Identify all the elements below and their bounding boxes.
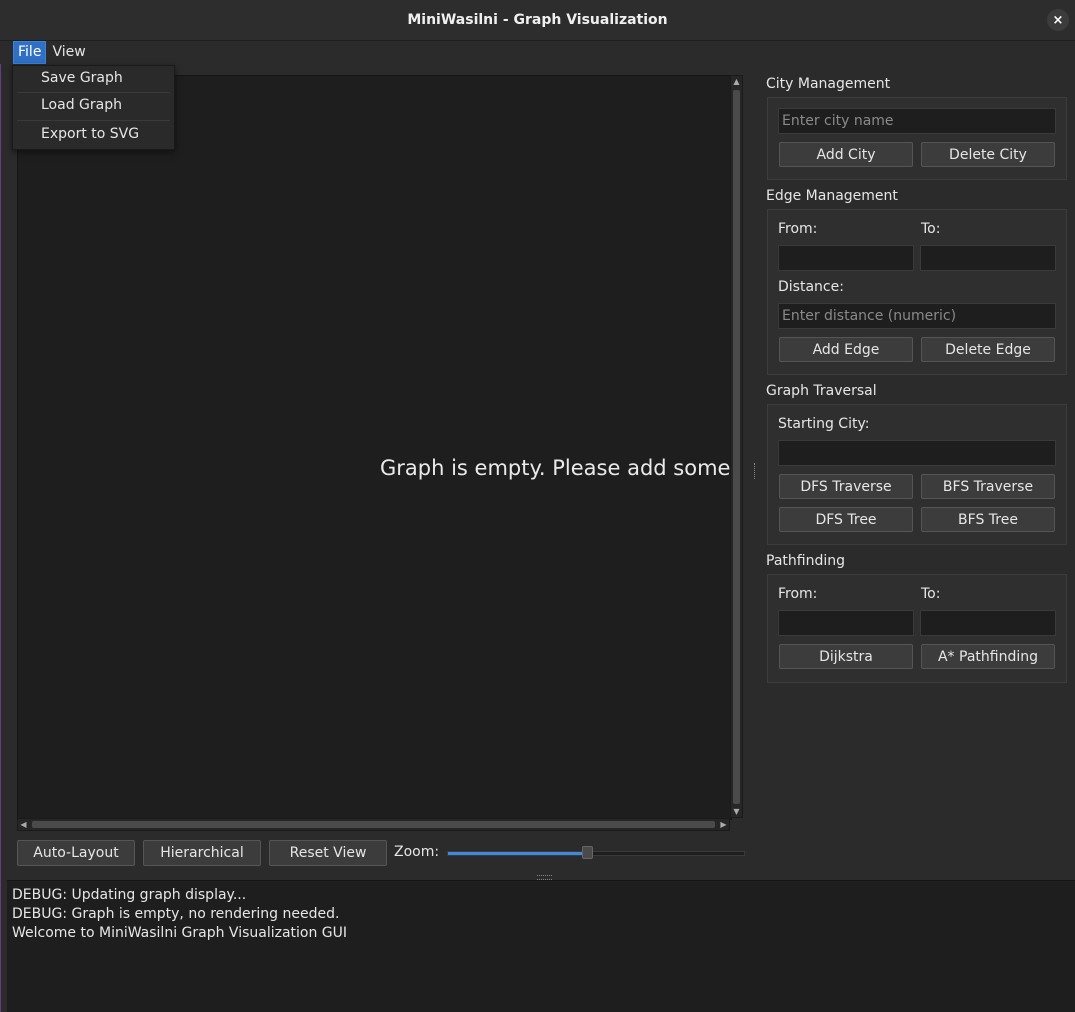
- scroll-up-icon[interactable]: ▲: [731, 76, 742, 87]
- graph-canvas[interactable]: Graph is empty. Please add some: [17, 75, 732, 820]
- zoom-slider[interactable]: [447, 846, 745, 859]
- delete-edge-button[interactable]: Delete Edge: [921, 337, 1055, 362]
- vertical-scrollbar[interactable]: ▲ ▼: [730, 75, 743, 818]
- close-button[interactable]: ×: [1047, 9, 1069, 31]
- astar-button[interactable]: A* Pathfinding: [921, 644, 1055, 669]
- bfs-traverse-button[interactable]: BFS Traverse: [921, 474, 1055, 499]
- dfs-traverse-button[interactable]: DFS Traverse: [779, 474, 913, 499]
- add-city-button[interactable]: Add City: [779, 142, 913, 167]
- graph-traversal-title: Graph Traversal: [766, 383, 877, 399]
- menu-separator: [17, 92, 170, 93]
- menu-view[interactable]: View: [48, 42, 89, 63]
- delete-city-button[interactable]: Delete City: [921, 142, 1055, 167]
- edge-management-title: Edge Management: [766, 188, 898, 204]
- horizontal-scrollbar[interactable]: ◀ ▶: [17, 818, 730, 831]
- city-name-input[interactable]: [778, 108, 1056, 134]
- hierarchical-button[interactable]: Hierarchical: [143, 840, 261, 866]
- edge-from-input[interactable]: [778, 245, 914, 271]
- log-line: DEBUG: Updating graph display...: [12, 887, 247, 903]
- edge-from-label: From:: [778, 221, 818, 237]
- zoom-slider-handle[interactable]: [582, 846, 593, 859]
- log-line: DEBUG: Graph is empty, no rendering need…: [12, 906, 340, 922]
- vertical-splitter-handle[interactable]: [754, 463, 758, 479]
- menu-bar: File View: [0, 41, 1075, 64]
- edge-to-label: To:: [921, 221, 941, 237]
- path-to-label: To:: [921, 586, 941, 602]
- path-from-label: From:: [778, 586, 818, 602]
- distance-label: Distance:: [778, 279, 844, 295]
- scroll-right-icon[interactable]: ▶: [718, 819, 729, 830]
- starting-city-input[interactable]: [778, 440, 1056, 466]
- pathfinding-title: Pathfinding: [766, 553, 845, 569]
- file-menu-dropdown: Save Graph Load Graph Export to SVG: [12, 65, 175, 150]
- starting-city-label: Starting City:: [778, 416, 870, 432]
- log-line: Welcome to MiniWasilni Graph Visualizati…: [12, 925, 348, 941]
- dijkstra-button[interactable]: Dijkstra: [779, 644, 913, 669]
- empty-graph-message: Graph is empty. Please add some: [380, 456, 731, 480]
- bfs-tree-button[interactable]: BFS Tree: [921, 507, 1055, 532]
- window-title: MiniWasilni - Graph Visualization: [407, 12, 668, 28]
- scroll-down-icon[interactable]: ▼: [731, 806, 742, 817]
- city-management-title: City Management: [766, 76, 891, 92]
- reset-view-button[interactable]: Reset View: [269, 840, 387, 866]
- vertical-scroll-thumb[interactable]: [733, 90, 740, 804]
- zoom-label: Zoom:: [394, 844, 440, 860]
- zoom-slider-fill: [448, 852, 582, 855]
- horizontal-scroll-thumb[interactable]: [32, 821, 715, 828]
- edge-to-input[interactable]: [920, 245, 1056, 271]
- auto-layout-button[interactable]: Auto-Layout: [17, 840, 135, 866]
- path-from-input[interactable]: [778, 610, 914, 636]
- title-bar: MiniWasilni - Graph Visualization ×: [0, 0, 1075, 41]
- distance-input[interactable]: [778, 303, 1056, 329]
- dfs-tree-button[interactable]: DFS Tree: [779, 507, 913, 532]
- menu-item-export-svg[interactable]: Export to SVG: [41, 126, 139, 142]
- debug-log[interactable]: DEBUG: Updating graph display... DEBUG: …: [7, 880, 1075, 1012]
- menu-item-load-graph[interactable]: Load Graph: [41, 97, 122, 113]
- menu-file[interactable]: File: [13, 41, 47, 64]
- menu-separator: [17, 120, 170, 121]
- add-edge-button[interactable]: Add Edge: [779, 337, 913, 362]
- path-to-input[interactable]: [920, 610, 1056, 636]
- menu-item-save-graph[interactable]: Save Graph: [41, 70, 123, 86]
- scroll-left-icon[interactable]: ◀: [18, 819, 29, 830]
- close-icon: ×: [1052, 12, 1064, 28]
